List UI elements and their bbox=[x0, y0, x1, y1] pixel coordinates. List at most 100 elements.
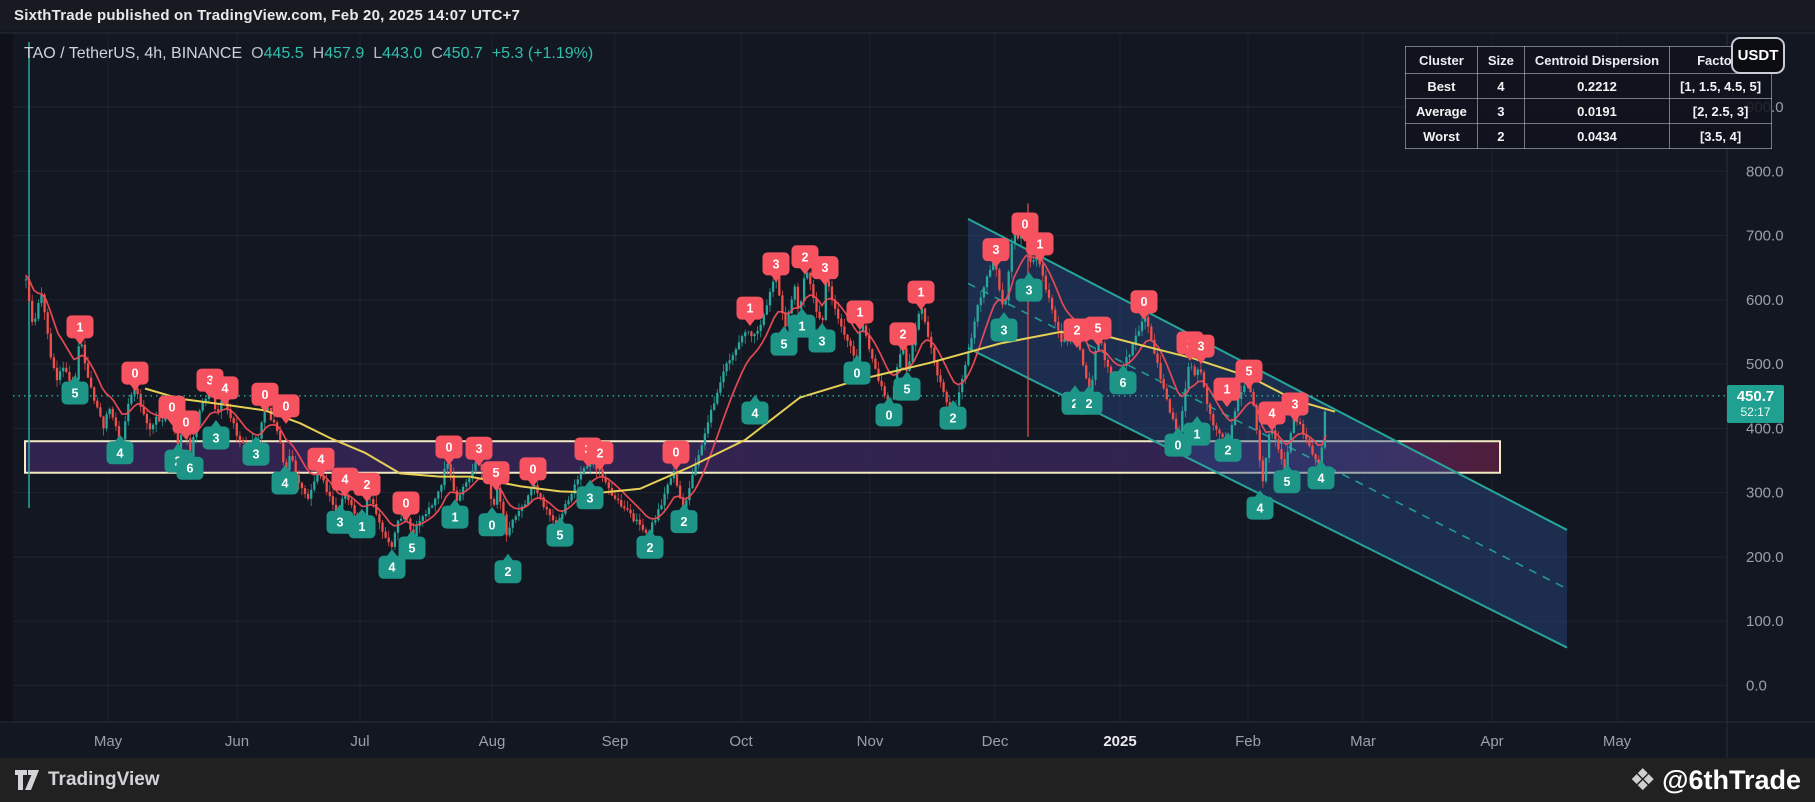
svg-text:2: 2 bbox=[647, 541, 654, 555]
time-axis-label: Sep bbox=[602, 733, 629, 750]
svg-text:1: 1 bbox=[77, 320, 84, 334]
svg-text:5: 5 bbox=[781, 338, 788, 352]
ohlc-key-H: H bbox=[312, 45, 325, 62]
symbol-title: TAO / TetherUS, 4h, BINANCE bbox=[24, 45, 243, 62]
svg-text:0: 0 bbox=[132, 367, 139, 381]
svg-text:1: 1 bbox=[1224, 383, 1231, 397]
svg-text:5: 5 bbox=[1246, 365, 1253, 379]
svg-text:5: 5 bbox=[409, 541, 416, 555]
svg-text:3: 3 bbox=[1026, 284, 1033, 298]
symbol-legend[interactable]: TAO / TetherUS, 4h, BINANCE O445.5 H457.9 L… bbox=[24, 45, 593, 63]
svg-text:2: 2 bbox=[597, 446, 604, 460]
svg-text:0: 0 bbox=[1175, 439, 1182, 453]
time-axis-label: Jun bbox=[225, 733, 249, 750]
table-header: Cluster bbox=[1405, 46, 1478, 74]
svg-text:0: 0 bbox=[446, 441, 453, 455]
table-row: Best 4 0.2212 [1, 1.5, 4.5, 5] bbox=[1405, 73, 1773, 99]
table-cell: Average bbox=[1405, 98, 1478, 124]
time-axis-label: Nov bbox=[857, 733, 884, 750]
price-axis-label: 300.0 bbox=[1746, 485, 1784, 502]
time-axis-label: May bbox=[94, 733, 123, 750]
current-price-badge[interactable]: 450.7 52:17 bbox=[1727, 385, 1784, 423]
table-row: Average 3 0.0191 [2, 2.5, 3] bbox=[1405, 98, 1773, 124]
author-watermark: ❖ @6thTrade bbox=[1629, 763, 1801, 798]
price-axis-label: 200.0 bbox=[1746, 549, 1784, 566]
table-header: Centroid Dispersion bbox=[1523, 46, 1671, 74]
svg-text:2: 2 bbox=[802, 250, 809, 264]
cluster-stats-table: Cluster Size Centroid Dispersion Factors Be… bbox=[1405, 46, 1773, 149]
price-axis-label: 700.0 bbox=[1746, 228, 1784, 245]
svg-text:0: 0 bbox=[1022, 217, 1029, 231]
svg-text:3: 3 bbox=[773, 257, 780, 271]
svg-text:3: 3 bbox=[253, 448, 260, 462]
svg-text:1: 1 bbox=[747, 302, 754, 316]
svg-text:4: 4 bbox=[222, 381, 229, 395]
svg-text:0: 0 bbox=[1141, 295, 1148, 309]
bar-countdown: 52:17 bbox=[1740, 404, 1771, 419]
svg-text:0: 0 bbox=[262, 388, 269, 402]
currency-toggle-button[interactable]: USDT bbox=[1731, 37, 1785, 74]
change-value: +5.3 (+1.19%) bbox=[491, 45, 594, 62]
svg-text:2: 2 bbox=[1074, 324, 1081, 338]
publish-bar: SixthTrade published on TradingView.com,… bbox=[0, 0, 1815, 30]
svg-text:1: 1 bbox=[799, 320, 806, 334]
table-cell: 0.0191 bbox=[1523, 98, 1671, 124]
table-row: Worst 2 0.0434 [3.5, 4] bbox=[1405, 123, 1773, 149]
price-axis-label: 500.0 bbox=[1746, 356, 1784, 373]
time-axis-label: Oct bbox=[729, 733, 753, 750]
binance-diamond-icon: ❖ bbox=[1629, 763, 1657, 797]
svg-text:3: 3 bbox=[1001, 324, 1008, 338]
svg-text:0: 0 bbox=[403, 496, 410, 510]
tradingview-label: TradingView bbox=[48, 769, 160, 790]
svg-text:1: 1 bbox=[918, 286, 925, 300]
table-cell: Best bbox=[1405, 73, 1478, 99]
time-axis-label: Aug bbox=[479, 733, 506, 750]
time-axis-label: Mar bbox=[1350, 733, 1376, 750]
svg-text:5: 5 bbox=[1284, 475, 1291, 489]
ohlc-key-C: C bbox=[431, 45, 443, 62]
svg-text:6: 6 bbox=[1120, 376, 1127, 390]
price-axis-label: 800.0 bbox=[1746, 163, 1784, 180]
svg-text:0: 0 bbox=[673, 446, 680, 460]
table-cell: [3.5, 4] bbox=[1669, 123, 1773, 149]
svg-text:5: 5 bbox=[72, 387, 79, 401]
svg-text:3: 3 bbox=[587, 491, 594, 505]
table-cell: 2 bbox=[1476, 123, 1525, 149]
table-cell: [2, 2.5, 3] bbox=[1669, 98, 1773, 124]
svg-text:0: 0 bbox=[183, 415, 190, 429]
price-axis-label: 100.0 bbox=[1746, 613, 1784, 630]
svg-text:2: 2 bbox=[505, 565, 512, 579]
svg-text:4: 4 bbox=[389, 561, 396, 575]
price-axis-label: 600.0 bbox=[1746, 292, 1784, 309]
svg-text:2: 2 bbox=[364, 478, 371, 492]
svg-text:1: 1 bbox=[1037, 237, 1044, 251]
time-axis-label: Jul bbox=[350, 733, 369, 750]
svg-text:3: 3 bbox=[1198, 340, 1205, 354]
svg-text:5: 5 bbox=[493, 466, 500, 480]
svg-text:4: 4 bbox=[1257, 502, 1264, 516]
svg-text:4: 4 bbox=[1318, 471, 1325, 485]
svg-text:6: 6 bbox=[187, 462, 194, 476]
author-handle: @6thTrade bbox=[1662, 764, 1801, 795]
ohlc-key-O: O bbox=[251, 45, 264, 62]
svg-text:0: 0 bbox=[283, 399, 290, 413]
currency-label: USDT bbox=[1737, 47, 1779, 64]
svg-text:3: 3 bbox=[1292, 397, 1299, 411]
svg-text:1: 1 bbox=[1194, 428, 1201, 442]
svg-text:1: 1 bbox=[359, 520, 366, 534]
svg-text:3: 3 bbox=[337, 516, 344, 530]
svg-text:2: 2 bbox=[1086, 397, 1093, 411]
svg-text:2: 2 bbox=[950, 412, 957, 426]
svg-text:0: 0 bbox=[530, 462, 537, 476]
table-cell: 3 bbox=[1476, 98, 1525, 124]
table-cell: [1, 1.5, 4.5, 5] bbox=[1669, 73, 1773, 99]
svg-text:0: 0 bbox=[886, 408, 893, 422]
tradingview-brand[interactable]: TradingView bbox=[14, 769, 160, 791]
table-cell: 0.2212 bbox=[1523, 73, 1671, 99]
current-price: 450.7 bbox=[1736, 388, 1775, 406]
svg-text:5: 5 bbox=[557, 529, 564, 543]
svg-text:2: 2 bbox=[1225, 444, 1232, 458]
svg-text:4: 4 bbox=[282, 477, 289, 491]
svg-text:1: 1 bbox=[452, 511, 459, 525]
left-margin bbox=[0, 33, 13, 722]
